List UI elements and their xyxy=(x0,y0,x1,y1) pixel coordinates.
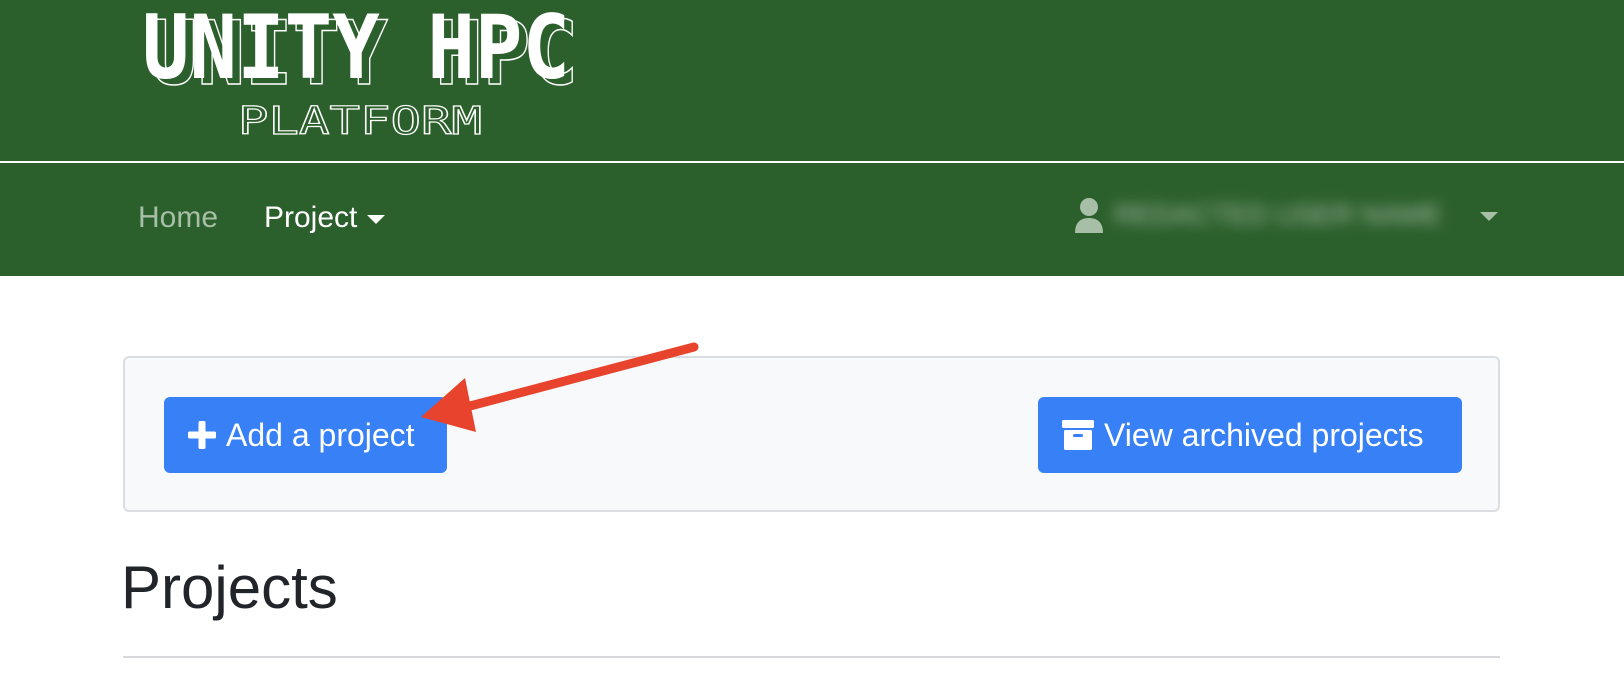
view-archived-projects-button[interactable]: View archived projects xyxy=(1038,397,1462,473)
user-icon xyxy=(1075,198,1103,233)
view-archived-projects-label: View archived projects xyxy=(1104,416,1424,453)
nav-project-label: Project xyxy=(264,201,358,234)
nav-home-link[interactable]: Home xyxy=(138,201,218,235)
main-navbar: Home Project REDACTED USER NAME xyxy=(0,163,1624,276)
add-project-button[interactable]: Add a project xyxy=(164,397,447,473)
heading-divider xyxy=(123,656,1500,658)
project-actions-card: Add a project View archived projects xyxy=(123,356,1500,512)
user-name: REDACTED USER NAME xyxy=(1114,199,1443,230)
plus-icon xyxy=(188,421,216,449)
add-project-label: Add a project xyxy=(226,416,415,453)
logo-subtitle: PLATFORM xyxy=(238,99,482,143)
logo-title-fill: UNITY HPC xyxy=(142,6,570,99)
nav-project-dropdown[interactable]: Project xyxy=(264,201,386,235)
archive-box-icon xyxy=(1062,420,1094,450)
user-menu-dropdown[interactable]: REDACTED USER NAME xyxy=(1074,197,1498,237)
page-title: Projects xyxy=(121,554,338,621)
site-header: UNITY HPC UNITY HPC PLATFORM xyxy=(0,0,1624,163)
unity-hpc-logo[interactable]: UNITY HPC UNITY HPC PLATFORM xyxy=(140,6,590,146)
caret-down-icon xyxy=(367,215,386,224)
caret-down-icon xyxy=(1480,212,1498,221)
